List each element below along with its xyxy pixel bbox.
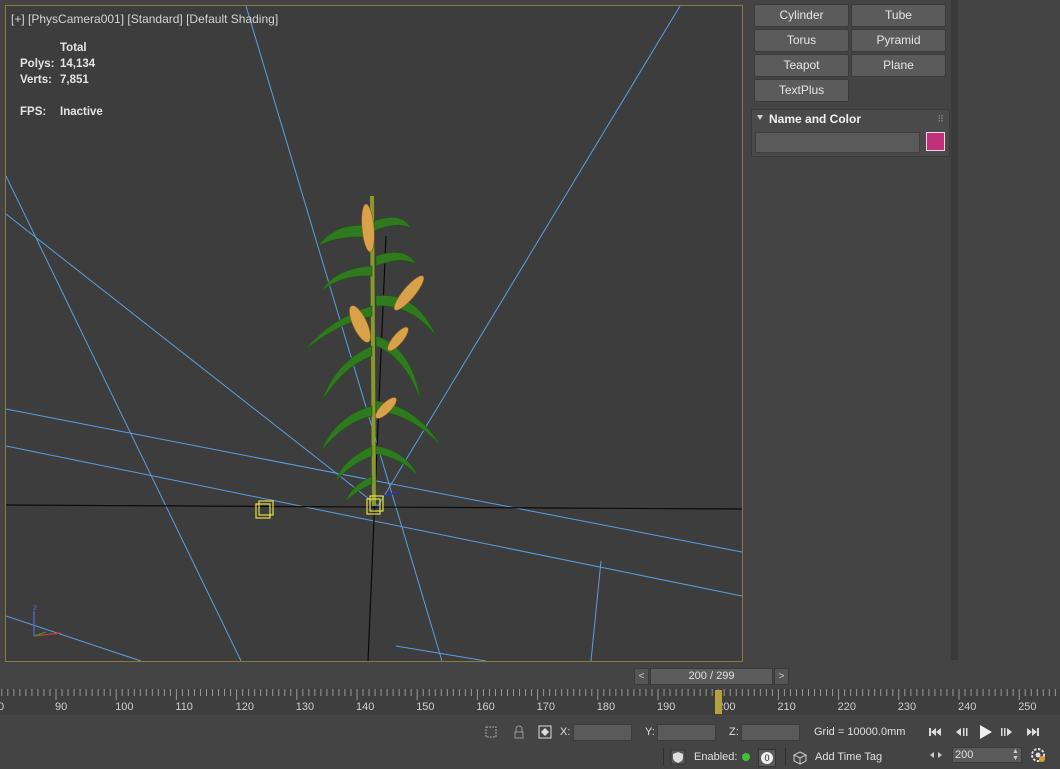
previous-frame-icon[interactable] [953, 724, 969, 740]
object-color-swatch[interactable] [926, 132, 945, 151]
stats-fps-label: FPS: [20, 106, 47, 118]
absolute-mode-transform-icon[interactable] [537, 724, 553, 740]
plane-button[interactable]: Plane [851, 54, 946, 77]
enabled-label: Enabled: [694, 751, 738, 763]
textplus-button[interactable]: TextPlus [754, 79, 849, 102]
track-label: 120 [235, 701, 254, 713]
viewport-label-menu[interactable]: [+] [PhysCamera001] [Standard] [Default … [11, 12, 278, 26]
enabled-counter[interactable]: 0 [758, 749, 776, 767]
status-bar: X: Y: Z: Grid = 10000.0mm Enabled: 0 Add… [0, 716, 1060, 769]
track-label: 170 [536, 701, 555, 713]
z-coordinate-label: Z: [729, 726, 739, 738]
track-label: 220 [837, 701, 856, 713]
viewport-scene [6, 6, 742, 661]
x-coordinate-label: X: [560, 726, 571, 738]
track-label: 230 [897, 701, 917, 713]
teapot-button[interactable]: Teapot [754, 54, 849, 77]
separator [663, 748, 664, 765]
stats-total-label: Total [60, 42, 87, 54]
track-label: 180 [596, 701, 616, 713]
y-coordinate-field[interactable] [657, 724, 716, 741]
frame-spinner-icon[interactable]: ▲ ▼ [1012, 748, 1019, 762]
axis-tripod-icon [33, 611, 62, 637]
separator [785, 748, 786, 765]
selection-lock-icon[interactable] [511, 724, 527, 740]
name-and-color-rollout: Name and Color ⠿ [751, 109, 950, 157]
perspective-viewport[interactable]: [+] [PhysCamera001] [Standard] [Default … [5, 5, 743, 662]
track-label: 240 [958, 701, 977, 713]
track-bar[interactable]: 0 90 100 110 120 130 140 150 160 170 180 190 200 210… [0, 689, 1060, 715]
enabled-count: 0 [761, 752, 773, 764]
stats-polys-value: 14,134 [60, 58, 96, 70]
stats-polys-label: Polys: [20, 58, 55, 70]
grid-size-readout: Grid = 10000.0mm [814, 726, 906, 738]
go-to-end-icon[interactable] [1025, 724, 1041, 740]
track-label: 140 [356, 701, 375, 713]
go-to-start-icon[interactable] [927, 724, 943, 740]
pyramid-button[interactable]: Pyramid [851, 29, 946, 52]
next-frame-icon[interactable] [999, 724, 1015, 740]
rollout-title[interactable]: Name and Color [769, 112, 861, 126]
rollout-grip-icon[interactable]: ⠿ [937, 114, 944, 125]
corn-plant-model [303, 195, 442, 507]
x-coordinate-field[interactable] [573, 724, 632, 741]
time-slider-next-button[interactable]: > [774, 668, 789, 685]
track-label-0: 0 [0, 701, 5, 713]
stats-fps-value: Inactive [60, 106, 103, 118]
time-slider[interactable]: < 200 / 299 > [634, 668, 789, 685]
track-label: 190 [657, 701, 676, 713]
current-frame-marker[interactable] [715, 690, 723, 714]
right-empty-area [958, 0, 1060, 660]
time-configuration-icon[interactable] [1029, 746, 1047, 764]
track-label: 90 [55, 701, 68, 713]
add-time-tag-button[interactable]: Add Time Tag [815, 751, 882, 763]
stats-verts-label: Verts: [20, 74, 52, 86]
z-coordinate-field[interactable] [741, 724, 800, 741]
time-tag-icon[interactable] [792, 750, 808, 766]
key-mode-toggle-icon[interactable] [928, 747, 944, 763]
y-coordinate-label: Y: [645, 726, 655, 738]
tube-button[interactable]: Tube [851, 4, 946, 27]
enabled-status-dot [742, 753, 750, 761]
track-label: 130 [295, 701, 315, 713]
cylinder-button[interactable]: Cylinder [754, 4, 849, 27]
isolate-selection-icon[interactable] [483, 724, 499, 740]
play-icon[interactable] [976, 723, 994, 741]
adaptive-degradation-icon[interactable] [670, 749, 686, 765]
time-slider-thumb[interactable]: 200 / 299 [650, 668, 773, 685]
torus-button[interactable]: Torus [754, 29, 849, 52]
panel-divider[interactable] [951, 0, 958, 660]
axis-z-label: z [33, 603, 37, 612]
object-name-field[interactable] [755, 132, 920, 153]
track-label: 160 [476, 701, 495, 713]
track-label: 110 [175, 701, 193, 713]
track-label: 100 [115, 701, 134, 713]
rollout-collapse-icon[interactable] [757, 115, 763, 120]
track-label: 210 [777, 701, 796, 713]
track-label: 250 [1018, 701, 1037, 713]
stats-verts-value: 7,851 [60, 74, 89, 86]
time-slider-prev-button[interactable]: < [634, 668, 649, 685]
track-label: 150 [416, 701, 435, 713]
